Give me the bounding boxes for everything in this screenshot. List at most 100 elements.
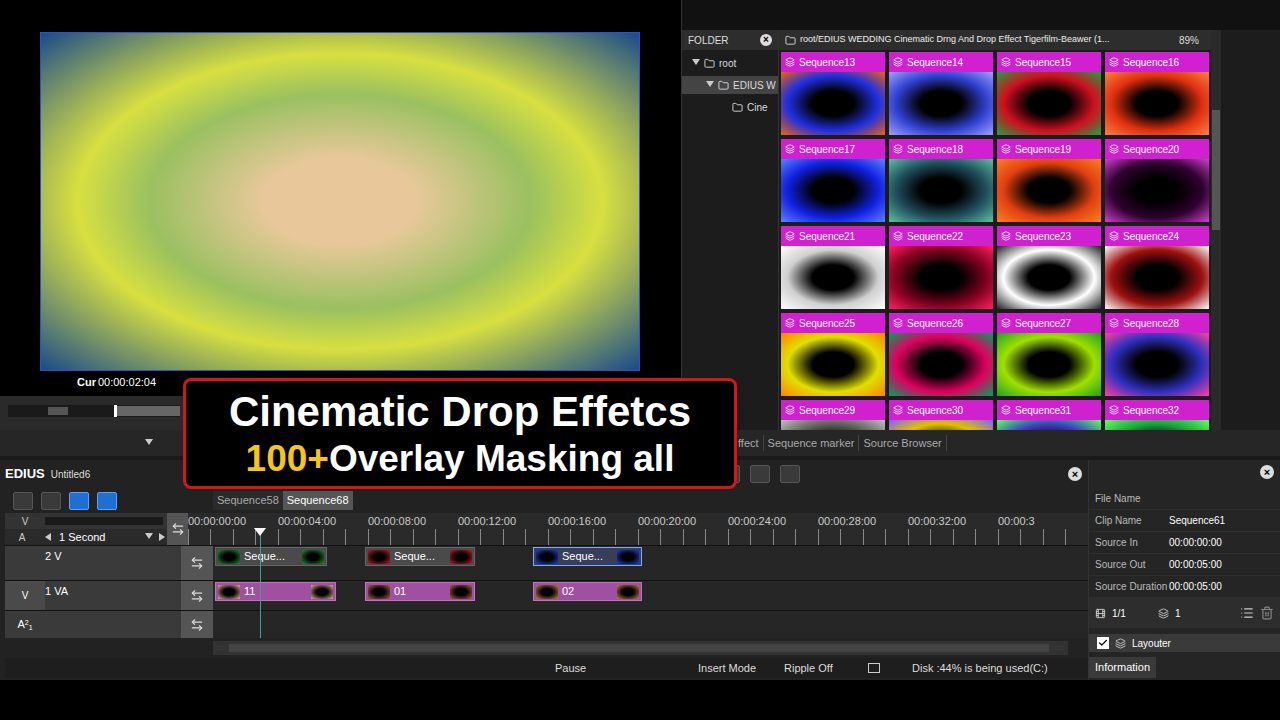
bin-item[interactable]: Sequence22 (889, 226, 993, 309)
timeline-clip[interactable]: 11 (215, 582, 336, 601)
select-tool[interactable] (13, 492, 33, 510)
bin-item[interactable]: Sequence23 (997, 226, 1101, 309)
swap-icon[interactable] (190, 589, 204, 603)
bin-item[interactable]: Sequence16 (1105, 52, 1209, 135)
timeline-clip[interactable]: Seque... (533, 547, 642, 566)
bin-item[interactable]: Sequence25 (781, 313, 885, 396)
timeline-clip[interactable]: Seque... (365, 547, 475, 566)
bin-item[interactable]: Sequence20 (1105, 139, 1209, 222)
information-panel: ×File NameClip NameSequence61Source In00… (1088, 460, 1280, 680)
effect-checkbox[interactable] (1097, 637, 1109, 649)
tool-button[interactable] (780, 465, 800, 483)
sequence-tab[interactable]: Sequence58 (213, 491, 283, 510)
swap-icon[interactable] (190, 556, 204, 570)
bin-item[interactable]: Sequence29 (781, 400, 885, 430)
sequence-icon (1001, 144, 1011, 154)
bin-item[interactable]: Sequence32 (1105, 400, 1209, 430)
close-button[interactable]: × (1260, 465, 1274, 479)
bin-item[interactable]: Sequence18 (889, 139, 993, 222)
bin-item[interactable]: Sequence19 (997, 139, 1101, 222)
sync-button[interactable] (97, 492, 117, 510)
bin-item[interactable]: Sequence15 (997, 52, 1101, 135)
bin-thumbnail (997, 72, 1101, 135)
swap-icon[interactable] (171, 522, 185, 536)
sequence-tab[interactable]: Sequence68 (283, 491, 353, 510)
timeline-clip[interactable]: 01 (365, 582, 475, 601)
trim-tool[interactable] (41, 492, 61, 510)
bin-thumbnail (1105, 72, 1209, 135)
panel-tab[interactable]: Sequence marker (764, 435, 860, 452)
folder-tree-item[interactable]: Cine (682, 98, 778, 116)
sequence-icon (785, 318, 795, 328)
trash-icon[interactable] (1260, 606, 1274, 620)
tool-button[interactable] (750, 465, 770, 483)
sequence-icon (785, 231, 795, 241)
bin-item[interactable]: Sequence13 (781, 52, 885, 135)
clip-thumbnail (450, 550, 472, 564)
sequence-icon (893, 231, 903, 241)
effect-row[interactable]: Layouter (1089, 634, 1280, 652)
list-icon[interactable] (1240, 606, 1254, 620)
close-button[interactable]: × (1068, 467, 1082, 481)
swap-icon[interactable] (190, 618, 204, 632)
bin-thumbnail (1105, 333, 1209, 396)
bin-item[interactable]: Sequence26 (889, 313, 993, 396)
timeline-scrollbar[interactable] (213, 641, 1068, 655)
close-button[interactable]: × (760, 34, 772, 46)
sequence-icon (1001, 57, 1011, 67)
clip-thumbnail (450, 585, 472, 599)
clip-thumbnail (311, 585, 333, 599)
scale-down-icon[interactable] (45, 533, 53, 541)
scale-select[interactable]: 1 Second (59, 529, 139, 546)
bin-thumbnail (781, 420, 885, 430)
sequence-icon (785, 405, 795, 415)
clip-thumbnail (368, 585, 390, 599)
bin-item[interactable]: Sequence21 (781, 226, 885, 309)
track-height-slider[interactable] (45, 517, 163, 525)
bin-thumbnail (997, 246, 1101, 309)
sequence-icon (1001, 231, 1011, 241)
bin-item[interactable]: Sequence31 (997, 400, 1101, 430)
bin-thumbnail (781, 72, 885, 135)
clip-thumbnail (218, 585, 240, 599)
folder-tree-item[interactable]: EDIUS W (682, 76, 778, 94)
scale-dropdown-icon[interactable] (145, 533, 153, 541)
playhead[interactable] (260, 529, 261, 638)
bin-item[interactable]: Sequence14 (889, 52, 993, 135)
status-bar: PauseInsert ModeRipple OffDisk :44% is b… (5, 658, 1088, 678)
bin-item[interactable]: Sequence28 (1105, 313, 1209, 396)
panel-tab[interactable]: ffect (734, 435, 764, 452)
bin-scrollbar[interactable] (1211, 30, 1221, 430)
timeline-clip[interactable]: 02 (533, 582, 642, 601)
scrub-bar[interactable] (8, 405, 180, 417)
bin-thumbnail (889, 72, 993, 135)
folder-icon (785, 35, 796, 46)
marker-dropdown-icon[interactable] (145, 439, 153, 447)
bin-thumbnail (889, 159, 993, 222)
sequence-icon (1109, 231, 1119, 241)
link-button[interactable] (69, 492, 89, 510)
title-overlay: Cinematic Drop Effetcs100+Overlay Maskin… (183, 378, 737, 489)
timeline-clip[interactable]: Seque... (215, 547, 327, 566)
information-tab[interactable]: Information (1089, 657, 1156, 678)
expand-icon[interactable] (692, 59, 700, 67)
panel-tab[interactable]: Source Browser (859, 435, 946, 452)
folder-tree-item[interactable]: root (682, 54, 778, 72)
bin-item[interactable]: Sequence17 (781, 139, 885, 222)
bin-item[interactable]: Sequence30 (889, 400, 993, 430)
clip-thumbnail (536, 550, 558, 564)
scale-up-icon[interactable] (159, 533, 167, 541)
bin-item[interactable]: Sequence24 (1105, 226, 1209, 309)
expand-icon[interactable] (706, 81, 714, 89)
timeline-ruler[interactable]: 00:00:00:0000:00:04:0000:00:08:0000:00:1… (188, 513, 1088, 545)
timeline-track: A21 (5, 610, 1088, 638)
clip-thumbnail (536, 585, 558, 599)
clip-thumbnail (617, 550, 639, 564)
timeline-track: 2 VSeque...Seque...Seque... (5, 545, 1088, 580)
sequence-icon (785, 144, 795, 154)
bin-item[interactable]: Sequence27 (997, 313, 1101, 396)
info-field: Clip NameSequence61 (1089, 510, 1280, 532)
clip-thumbnail (218, 550, 240, 564)
preview-frame (40, 32, 640, 371)
sequence-icon (1001, 405, 1011, 415)
